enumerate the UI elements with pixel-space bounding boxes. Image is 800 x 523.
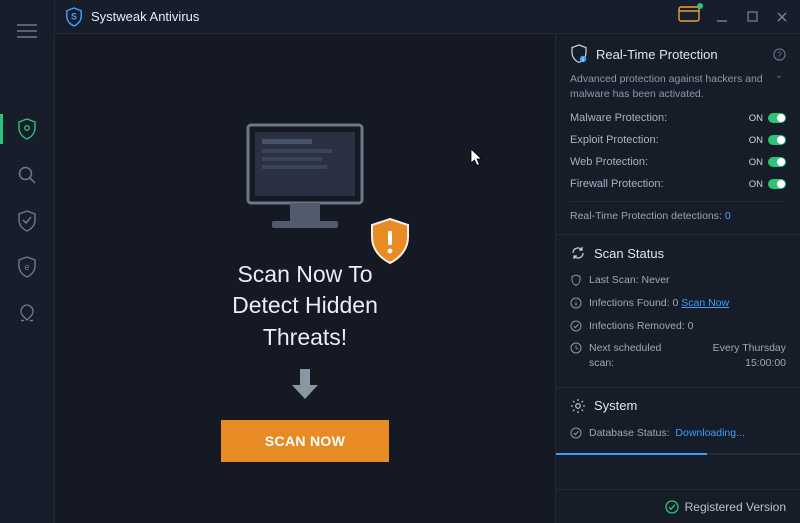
hero: Scan Now To Detect Hidden Threats! SCAN …	[55, 34, 555, 523]
scan-now-link[interactable]: Scan Now	[681, 297, 729, 309]
mouse-cursor-icon	[470, 148, 484, 173]
license-status: Registered Version	[685, 500, 786, 514]
footer: Registered Version	[556, 489, 800, 523]
nav-boost-icon[interactable]	[0, 290, 55, 336]
side-panel: i Real-Time Protection ? Advanced protec…	[555, 34, 800, 523]
maximize-button[interactable]	[744, 9, 760, 25]
hero-headline: Scan Now To Detect Hidden Threats!	[232, 259, 378, 352]
arrow-down-icon	[290, 367, 320, 406]
svg-text:?: ?	[777, 50, 782, 59]
switch-web[interactable]	[768, 157, 786, 167]
switch-firewall[interactable]	[768, 179, 786, 189]
system-title: System	[594, 398, 637, 413]
titlebar: S Systweak Antivirus	[55, 0, 800, 34]
nav-extensions-icon[interactable]: e	[0, 244, 55, 290]
nav-search-icon[interactable]	[0, 152, 55, 198]
system-section: System Database Status: Downloading...	[556, 388, 800, 453]
scan-status-section: Scan Status Last Scan: Never Infections …	[556, 235, 800, 387]
nav-protection-icon[interactable]	[0, 198, 55, 244]
scan-status-title: Scan Status	[594, 246, 664, 261]
realtime-note[interactable]: Advanced protection against hackers and …	[570, 72, 786, 101]
check-circle-icon	[665, 500, 679, 514]
check-circle-icon	[570, 427, 582, 439]
nav-shield-icon[interactable]	[0, 106, 55, 152]
brand-logo-icon: S	[65, 7, 83, 27]
realtime-detections: Real-Time Protection detections: 0	[570, 201, 786, 222]
app-title: Systweak Antivirus	[91, 9, 199, 24]
clock-icon	[570, 342, 582, 354]
sidebar: e	[0, 0, 55, 523]
license-card-icon[interactable]	[678, 6, 700, 28]
info-icon	[570, 297, 582, 309]
minimize-button[interactable]	[714, 9, 730, 25]
refresh-icon	[570, 245, 586, 261]
realtime-title: Real-Time Protection	[596, 47, 718, 62]
toggle-firewall: Firewall Protection: ON	[570, 173, 786, 195]
toggle-web: Web Protection: ON	[570, 151, 786, 173]
help-icon[interactable]: ?	[773, 48, 786, 61]
close-button[interactable]	[774, 9, 790, 25]
chevron-down-icon	[776, 72, 782, 82]
svg-text:S: S	[71, 11, 77, 21]
realtime-section: i Real-Time Protection ? Advanced protec…	[556, 34, 800, 235]
monitor-illustration	[220, 115, 390, 245]
shield-icon: i	[570, 44, 588, 64]
shield-check-icon	[570, 274, 582, 286]
svg-text:e: e	[24, 262, 29, 272]
toggle-exploit: Exploit Protection: ON	[570, 129, 786, 151]
toggle-malware: Malware Protection: ON	[570, 107, 786, 129]
download-progress	[556, 453, 800, 455]
gear-icon	[570, 398, 586, 414]
scan-now-button[interactable]: SCAN NOW	[221, 420, 389, 462]
check-circle-icon	[570, 320, 582, 332]
switch-malware[interactable]	[768, 113, 786, 123]
hamburger-menu-icon[interactable]	[0, 8, 55, 54]
db-status-value: Downloading...	[675, 427, 744, 439]
switch-exploit[interactable]	[768, 135, 786, 145]
